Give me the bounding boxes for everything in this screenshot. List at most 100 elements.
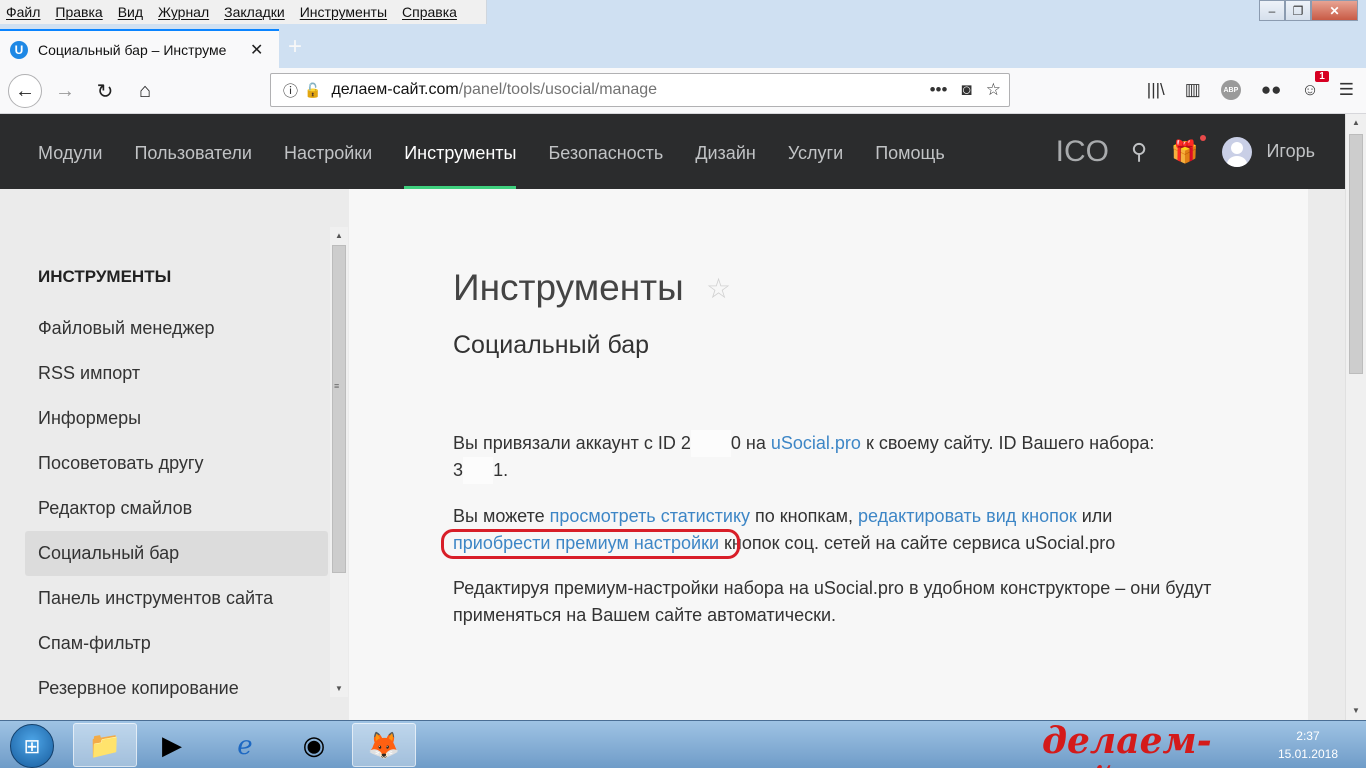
clock-date: 15.01.2018 bbox=[1277, 747, 1338, 761]
sidebar-item-spam-filter[interactable]: Спам-фильтр bbox=[25, 621, 328, 666]
menu-tools[interactable]: Инструменты bbox=[300, 4, 387, 20]
header-right: ICO ⚲ 🎁 Игорь bbox=[1056, 114, 1315, 189]
sidebar-title: ИНСТРУМЕНТЫ bbox=[38, 267, 172, 286]
menu-bookmarks[interactable]: Закладки bbox=[224, 4, 285, 20]
window-titlebar: Файл Правка Вид Журнал Закладки Инструме… bbox=[0, 0, 1366, 27]
sidebar-item-smiley-editor[interactable]: Редактор смайлов bbox=[25, 486, 328, 531]
menubar: Файл Правка Вид Журнал Закладки Инструме… bbox=[0, 0, 487, 24]
nav-design[interactable]: Дизайн bbox=[695, 114, 756, 189]
internet-explorer-taskbar-icon[interactable]: ℯ bbox=[213, 723, 277, 767]
explorer-taskbar-icon[interactable]: 📁 bbox=[73, 723, 137, 767]
menu-help[interactable]: Справка bbox=[402, 4, 457, 20]
main-content: Инструменты ☆ Социальный бар Вы привязал… bbox=[349, 189, 1308, 720]
back-button[interactable]: ← bbox=[8, 74, 42, 108]
scrollbar-thumb[interactable] bbox=[332, 245, 346, 573]
tab-social-bar[interactable]: U Социальный бар – Инструме ✕ bbox=[0, 29, 279, 68]
nav-security[interactable]: Безопасность bbox=[548, 114, 663, 189]
menu-history[interactable]: Журнал bbox=[158, 4, 209, 20]
restore-button[interactable]: ❐ bbox=[1285, 0, 1311, 21]
redacted-id: 0000 bbox=[690, 430, 731, 457]
nav-help[interactable]: Помощь bbox=[875, 114, 945, 189]
nav-settings[interactable]: Настройки bbox=[284, 114, 372, 189]
p2-text-d: кнопок соц. сетей на сайте сервиса uSoci… bbox=[719, 533, 1116, 553]
p1-text-e: 1. bbox=[493, 460, 509, 480]
scroll-down-icon[interactable]: ▼ bbox=[330, 680, 348, 697]
right-margin bbox=[1308, 189, 1345, 720]
nav-tools[interactable]: Инструменты bbox=[404, 114, 517, 189]
sidebar-item-file-manager[interactable]: Файловый менеджер bbox=[25, 306, 328, 351]
page-actions-icon[interactable]: ••• bbox=[930, 80, 948, 100]
sidebar-scrollbar[interactable]: ▲ ≡ ▼ bbox=[330, 227, 348, 697]
sidebar-item-backup[interactable]: Резервное копирование bbox=[25, 666, 328, 711]
page-scroll-down-icon[interactable]: ▼ bbox=[1346, 702, 1366, 720]
adblock-icon[interactable]: ABP bbox=[1220, 80, 1241, 100]
p1-text-b: 0 на bbox=[730, 433, 771, 453]
notification-dot bbox=[1200, 134, 1207, 141]
notification-badge: 1 bbox=[1315, 71, 1329, 82]
site-nav: Модули Пользователи Настройки Инструмент… bbox=[38, 114, 977, 189]
new-tab-icon[interactable]: + bbox=[288, 33, 302, 61]
ico-link[interactable]: ICO bbox=[1056, 135, 1109, 169]
clock-time: 2:37 bbox=[1296, 729, 1320, 743]
sidebar-icon[interactable]: ▥ bbox=[1185, 80, 1201, 100]
tab-bar: U Социальный бар – Инструме ✕ + bbox=[0, 27, 1366, 68]
username[interactable]: Игорь bbox=[1266, 141, 1315, 162]
p1-text-a: Вы привязали аккаунт с ID 2 bbox=[453, 433, 691, 453]
toolbar-right: |||\ ▥ ABP ●● ☺ 1 ☰ bbox=[1147, 71, 1354, 100]
url-text[interactable]: делаем-сайт.com/panel/tools/usocial/mana… bbox=[331, 81, 657, 99]
sidebar-item-rss-import[interactable]: RSS импорт bbox=[25, 351, 328, 396]
page-title: Инструменты bbox=[453, 267, 684, 308]
chrome-taskbar-icon[interactable]: ◉ bbox=[282, 723, 346, 767]
url-host: делаем-сайт.com bbox=[331, 81, 459, 98]
sidebar-item-informers[interactable]: Информеры bbox=[25, 396, 328, 441]
reload-button[interactable]: ↻ bbox=[88, 74, 122, 108]
page-scrollbar[interactable]: ▲ ▼ bbox=[1345, 114, 1366, 720]
tab-title: Социальный бар – Инструме bbox=[38, 41, 227, 58]
avatar[interactable] bbox=[1222, 136, 1253, 167]
p2-text-b: по кнопкам, bbox=[750, 506, 859, 526]
favorite-star-icon[interactable]: ☆ bbox=[706, 272, 731, 305]
close-window-button[interactable]: ✕ bbox=[1311, 0, 1358, 21]
ucoz-favicon-icon: U bbox=[10, 40, 28, 59]
sidebar-item-social-bar[interactable]: Социальный бар bbox=[25, 531, 328, 576]
site-header: Модули Пользователи Настройки Инструмент… bbox=[0, 114, 1345, 189]
scroll-up-icon[interactable]: ▲ bbox=[330, 227, 348, 244]
redacted-set-id: 000 bbox=[463, 457, 494, 484]
system-clock[interactable]: 2:37 15.01.2018 bbox=[1278, 727, 1338, 763]
info-icon[interactable]: ⓘ bbox=[283, 80, 298, 101]
firefox-taskbar-icon[interactable]: 🦊 bbox=[352, 723, 416, 767]
view-stats-link[interactable]: просмотреть статистику bbox=[550, 506, 750, 526]
menu-edit[interactable]: Правка bbox=[55, 4, 102, 20]
usocial-link[interactable]: uSocial.pro bbox=[771, 433, 861, 453]
home-button[interactable]: ⌂ bbox=[128, 74, 162, 108]
tab-close-icon[interactable]: ✕ bbox=[250, 40, 263, 60]
bookmark-star-icon[interactable]: ☆ bbox=[986, 80, 1001, 100]
notifications-icon[interactable]: ☺ 1 bbox=[1301, 71, 1329, 100]
premium-info-text: Редактируя премиум-настройки набора на u… bbox=[453, 578, 1212, 625]
edit-buttons-link[interactable]: редактировать вид кнопок bbox=[858, 506, 1077, 526]
minimize-button[interactable]: – bbox=[1259, 0, 1285, 21]
start-button[interactable]: ⊞ bbox=[10, 724, 54, 768]
nav-modules[interactable]: Модули bbox=[38, 114, 102, 189]
page-scrollbar-thumb[interactable] bbox=[1349, 134, 1363, 374]
url-bar[interactable]: ⓘ 🔓 делаем-сайт.com/panel/tools/usocial/… bbox=[270, 73, 1010, 107]
gift-icon[interactable]: 🎁 bbox=[1171, 134, 1207, 165]
hamburger-menu-icon[interactable]: ☰ bbox=[1339, 80, 1354, 100]
library-icon[interactable]: |||\ bbox=[1147, 80, 1165, 100]
p1-text-d: 3 bbox=[453, 460, 464, 480]
search-icon[interactable]: ⚲ bbox=[1131, 139, 1147, 165]
p1-text-c: к своему сайту. ID Вашего набора: bbox=[860, 433, 1155, 453]
page-scroll-up-icon[interactable]: ▲ bbox=[1346, 114, 1366, 132]
insecure-lock-icon[interactable]: 🔓 bbox=[304, 82, 321, 99]
extension-icon[interactable]: ●● bbox=[1261, 80, 1282, 100]
sidebar-item-recommend[interactable]: Посоветовать другу bbox=[25, 441, 328, 486]
media-player-taskbar-icon[interactable]: ▶ bbox=[140, 723, 204, 767]
pocket-icon[interactable]: ◙ bbox=[961, 80, 971, 100]
nav-users[interactable]: Пользователи bbox=[134, 114, 251, 189]
nav-services[interactable]: Услуги bbox=[788, 114, 843, 189]
menu-view[interactable]: Вид bbox=[118, 4, 143, 20]
highlight-annotation bbox=[441, 529, 740, 559]
forward-button[interactable]: → bbox=[48, 74, 82, 108]
menu-file[interactable]: Файл bbox=[6, 4, 40, 20]
sidebar-item-site-toolbar[interactable]: Панель инструментов сайта bbox=[25, 576, 328, 621]
